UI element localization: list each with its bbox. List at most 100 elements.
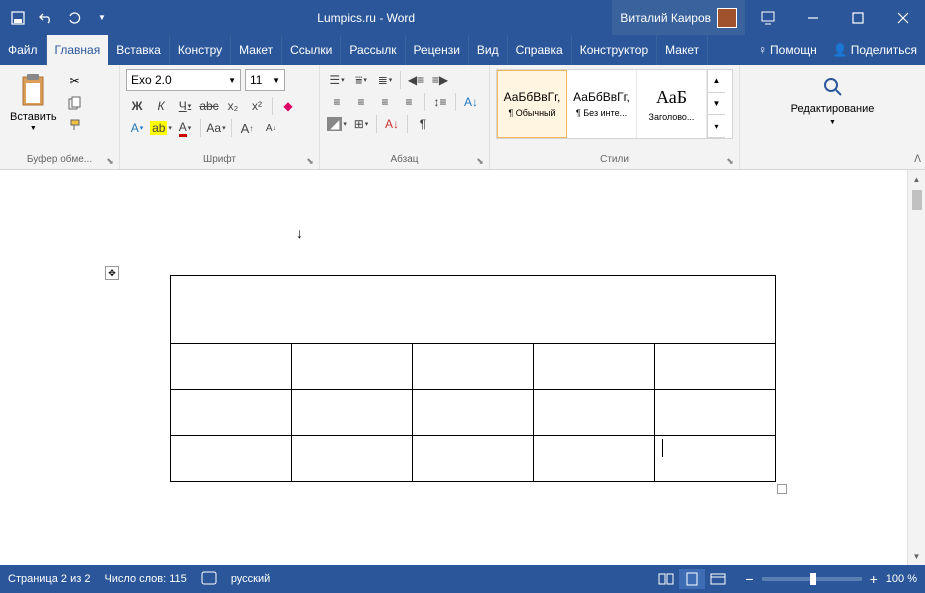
- table-cell[interactable]: [292, 344, 413, 390]
- zoom-level[interactable]: 100 %: [886, 573, 917, 585]
- styles-more-button[interactable]: ▾: [708, 115, 725, 138]
- table-cell[interactable]: [171, 344, 292, 390]
- subscript-button[interactable]: x₂: [222, 95, 244, 117]
- table-cell[interactable]: [171, 276, 776, 344]
- paste-button[interactable]: Вставить ▼: [6, 69, 61, 137]
- font-color-button[interactable]: A▾: [174, 117, 196, 139]
- decrease-indent-button[interactable]: ◀≡: [405, 69, 427, 91]
- bold-button[interactable]: Ж: [126, 95, 148, 117]
- styles-launcher[interactable]: ⬊: [725, 156, 735, 166]
- tab-design[interactable]: Констру: [170, 35, 231, 65]
- clipboard-launcher[interactable]: ⬊: [105, 156, 115, 166]
- grow-font-button[interactable]: A↑: [236, 117, 258, 139]
- superscript-button[interactable]: x²: [246, 95, 268, 117]
- read-mode-button[interactable]: [653, 569, 679, 589]
- shading-button[interactable]: ◢▾: [326, 113, 348, 135]
- font-name-combo[interactable]: Exo 2.0▼: [126, 69, 241, 91]
- minimize-button[interactable]: [790, 0, 835, 35]
- justify-button[interactable]: ≡: [398, 91, 420, 113]
- tab-table-layout[interactable]: Макет: [657, 35, 708, 65]
- multilevel-button[interactable]: ≣▾: [374, 69, 396, 91]
- tab-references[interactable]: Ссылки: [282, 35, 341, 65]
- text-effects-button[interactable]: A▾: [126, 117, 148, 139]
- copy-button[interactable]: [67, 95, 83, 111]
- scroll-up-button[interactable]: ▲: [908, 170, 925, 188]
- maximize-button[interactable]: [835, 0, 880, 35]
- tab-layout[interactable]: Макет: [231, 35, 282, 65]
- print-layout-button[interactable]: [679, 569, 705, 589]
- table-cell[interactable]: [292, 436, 413, 482]
- ribbon-options-icon[interactable]: [745, 0, 790, 35]
- styles-up-button[interactable]: ▲: [708, 70, 725, 93]
- table-cell[interactable]: [534, 344, 655, 390]
- underline-button[interactable]: Ч▾: [174, 95, 196, 117]
- qat-dropdown-icon[interactable]: ▼: [92, 8, 112, 28]
- style-no-spacing[interactable]: АаБбВвГг, ¶ Без инте...: [567, 70, 637, 138]
- save-icon[interactable]: [8, 8, 28, 28]
- bullets-button[interactable]: ☰▾: [326, 69, 348, 91]
- font-size-combo[interactable]: 11▼: [245, 69, 285, 91]
- borders-button[interactable]: ⊞▾: [350, 113, 372, 135]
- show-marks-button[interactable]: ¶: [412, 113, 434, 135]
- tab-help[interactable]: Справка: [508, 35, 572, 65]
- align-left-button[interactable]: ≡: [326, 91, 348, 113]
- redo-icon[interactable]: [64, 8, 84, 28]
- font-launcher[interactable]: ⬊: [305, 156, 315, 166]
- table-cell[interactable]: [534, 436, 655, 482]
- share-button[interactable]: 👤Поделиться: [825, 43, 925, 57]
- change-case-button[interactable]: Aa▾: [205, 117, 227, 139]
- tab-insert[interactable]: Вставка: [108, 35, 170, 65]
- table-cell[interactable]: [655, 344, 776, 390]
- table-cell[interactable]: [655, 436, 776, 482]
- align-center-button[interactable]: ≡: [350, 91, 372, 113]
- highlight-button[interactable]: ab▾: [150, 117, 172, 139]
- table-cell[interactable]: [171, 436, 292, 482]
- spelling-icon[interactable]: [201, 571, 217, 588]
- language-status[interactable]: русский: [231, 573, 270, 585]
- style-normal[interactable]: АаБбВвГг, ¶ Обычный: [497, 70, 567, 138]
- tell-me-button[interactable]: ♀Помощн: [750, 43, 825, 57]
- shrink-font-button[interactable]: A↓: [260, 117, 282, 139]
- tab-file[interactable]: Файл: [0, 35, 47, 65]
- line-spacing-button[interactable]: ↕≡: [429, 91, 451, 113]
- vertical-scrollbar[interactable]: ▲ ▼: [907, 170, 925, 565]
- increase-indent-button[interactable]: ≡▶: [429, 69, 451, 91]
- tab-table-design[interactable]: Конструктор: [572, 35, 657, 65]
- cut-button[interactable]: ✂: [67, 73, 83, 89]
- close-button[interactable]: [880, 0, 925, 35]
- sort-button[interactable]: A↓: [460, 91, 482, 113]
- tab-review[interactable]: Рецензи: [406, 35, 469, 65]
- clear-format-button[interactable]: ◆: [277, 95, 299, 117]
- word-count[interactable]: Число слов: 115: [104, 573, 186, 585]
- scroll-down-button[interactable]: ▼: [908, 547, 925, 565]
- italic-button[interactable]: К: [150, 95, 172, 117]
- page-status[interactable]: Страница 2 из 2: [8, 573, 90, 585]
- tab-view[interactable]: Вид: [469, 35, 508, 65]
- tab-mailings[interactable]: Рассылк: [341, 35, 405, 65]
- zoom-out-button[interactable]: −: [745, 571, 753, 587]
- paragraph-launcher[interactable]: ⬊: [475, 156, 485, 166]
- table-cell[interactable]: [413, 344, 534, 390]
- table-move-handle[interactable]: ✥: [105, 266, 119, 280]
- collapse-ribbon-button[interactable]: ᐱ: [914, 154, 921, 165]
- strikethrough-button[interactable]: abc: [198, 95, 220, 117]
- styles-down-button[interactable]: ▼: [708, 93, 725, 116]
- zoom-handle[interactable]: [810, 573, 816, 585]
- scroll-thumb[interactable]: [912, 190, 922, 210]
- table-cell[interactable]: [292, 390, 413, 436]
- format-painter-button[interactable]: [67, 117, 83, 133]
- table-cell[interactable]: [413, 436, 534, 482]
- table-cell[interactable]: [655, 390, 776, 436]
- table-resize-handle[interactable]: [777, 484, 787, 494]
- table-cell[interactable]: [534, 390, 655, 436]
- table-cell[interactable]: [413, 390, 534, 436]
- sort-az-button[interactable]: A↓: [381, 113, 403, 135]
- tab-home[interactable]: Главная: [47, 35, 109, 65]
- table-cell[interactable]: [171, 390, 292, 436]
- zoom-slider[interactable]: [762, 577, 862, 581]
- numbering-button[interactable]: ⩸▾: [350, 69, 372, 91]
- document-table[interactable]: [170, 275, 776, 482]
- style-heading[interactable]: АаБ Заголово...: [637, 70, 707, 138]
- align-right-button[interactable]: ≡: [374, 91, 396, 113]
- editing-button[interactable]: Редактирование ▼: [746, 69, 919, 132]
